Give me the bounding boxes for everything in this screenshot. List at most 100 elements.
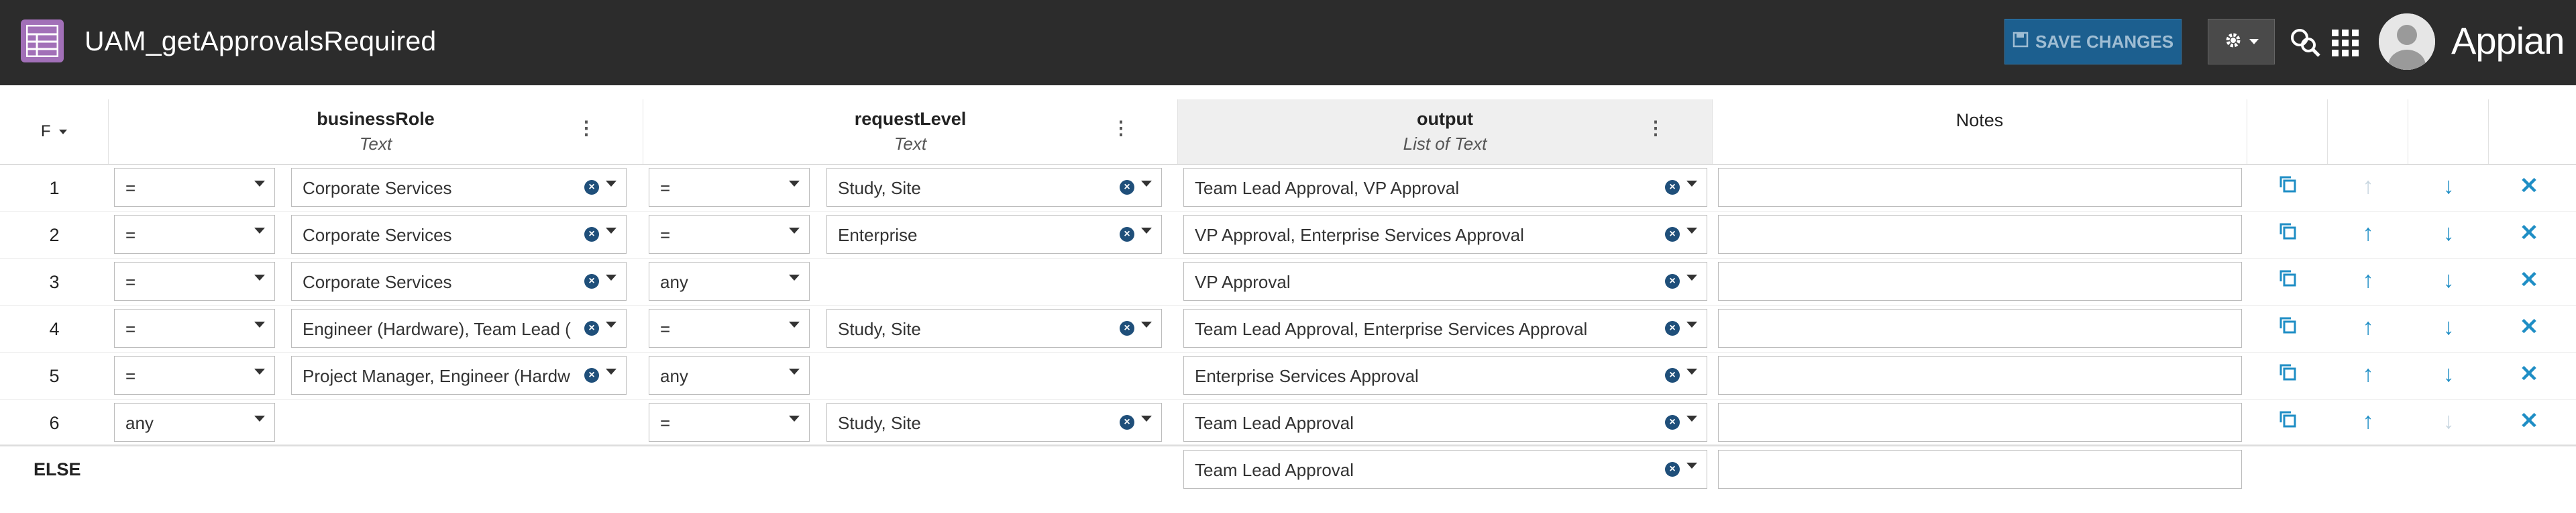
rule-row: 3 = Corporate Services × any VP Approval × ↑ ↓ ✕ [0,258,2576,306]
request-level-value-select-value: Study, Site [838,319,921,339]
clear-icon[interactable]: × [1120,227,1134,242]
business-role-operator-select[interactable]: any [114,403,275,442]
notes-field[interactable] [1718,309,2242,348]
move-down-icon[interactable]: ↓ [2435,316,2462,338]
request-level-operator-select[interactable]: = [649,309,810,348]
move-down-icon[interactable]: ↓ [2435,222,2462,244]
clear-icon[interactable]: × [584,274,599,289]
output-select[interactable]: Team Lead Approval, Enterprise Services … [1183,309,1707,348]
user-avatar[interactable] [2379,13,2435,70]
duplicate-row-icon[interactable] [2274,175,2301,197]
duplicate-row-icon[interactable] [2274,316,2301,338]
business-role-header-name: businessRole [317,109,435,129]
request-level-operator-select-value: = [660,319,671,339]
output-column-menu-icon[interactable]: ⋮ [1646,117,1665,139]
chevron-down-icon [606,369,616,375]
move-down-icon[interactable]: ↓ [2435,269,2462,291]
move-down-icon[interactable]: ↓ [2435,363,2462,385]
move-up-icon[interactable]: ↑ [2355,222,2381,244]
request-level-value-select[interactable]: Study, Site × [826,168,1162,207]
business-role-operator-select[interactable]: = [114,262,275,301]
clear-icon[interactable]: × [1665,227,1680,242]
rule-row: 6 any = Study, Site × Team Lead Approval × ↑ ↓ ✕ [0,399,2576,447]
clear-icon[interactable]: × [584,321,599,336]
output-select[interactable]: VP Approval × [1183,262,1707,301]
business-role-value-select[interactable]: Corporate Services × [291,168,627,207]
business-role-operator-select[interactable]: = [114,356,275,395]
request-level-value-select[interactable]: Enterprise × [826,215,1162,254]
clear-icon[interactable]: × [1665,462,1680,477]
move-up-icon[interactable]: ↑ [2355,269,2381,291]
rule-row: 2 = Corporate Services × = Enterprise × VP Appr… [0,211,2576,259]
delete-row-icon[interactable]: ✕ [2516,410,2542,432]
request-level-operator-select[interactable]: = [649,215,810,254]
clear-icon[interactable]: × [584,368,599,383]
clear-icon[interactable]: × [1665,321,1680,336]
business-role-value-select[interactable]: Corporate Services × [291,215,627,254]
move-down-icon[interactable]: ↓ [2435,410,2462,432]
else-notes-field[interactable] [1718,450,2242,489]
save-changes-button[interactable]: SAVE CHANGES [2004,19,2182,64]
business-role-value-select[interactable]: Engineer (Hardware), Team Lead (× [291,309,627,348]
request-level-operator-select-value: = [660,225,671,245]
notes-field[interactable] [1718,215,2242,254]
business-role-header-type: Text [359,134,392,154]
business-role-value-select[interactable]: Corporate Services × [291,262,627,301]
delete-row-icon[interactable]: ✕ [2516,175,2542,197]
clear-icon[interactable]: × [584,180,599,195]
delete-row-icon[interactable]: ✕ [2516,222,2542,244]
output-select[interactable]: Team Lead Approval × [1183,403,1707,442]
move-up-icon[interactable]: ↑ [2355,316,2381,338]
request-level-operator-select[interactable]: any [649,262,810,301]
business-role-column-menu-icon[interactable]: ⋮ [577,117,596,139]
delete-row-icon[interactable]: ✕ [2516,363,2542,385]
clear-icon[interactable]: × [1665,415,1680,430]
request-level-operator-select[interactable]: any [649,356,810,395]
else-output-select[interactable]: Team Lead Approval × [1183,450,1707,489]
search-records-icon[interactable] [2290,27,2321,61]
business-role-value-select-value: Project Manager, Engineer (Hardw [303,366,570,386]
app-launcher-icon[interactable] [2332,30,2359,60]
notes-field[interactable] [1718,356,2242,395]
notes-field[interactable] [1718,262,2242,301]
settings-menu-button[interactable] [2208,19,2275,64]
move-down-icon[interactable]: ↓ [2435,175,2462,197]
duplicate-row-icon[interactable] [2274,222,2301,244]
clear-icon[interactable]: × [1120,415,1134,430]
request-level-value-select[interactable]: Study, Site × [826,403,1162,442]
output-select[interactable]: VP Approval, Enterprise Services Approva… [1183,215,1707,254]
request-level-operator-select[interactable]: = [649,168,810,207]
move-up-icon[interactable]: ↑ [2355,175,2381,197]
business-role-value-select[interactable]: Project Manager, Engineer (Hardw × [291,356,627,395]
request-level-operator-select[interactable]: = [649,403,810,442]
output-select-value: Enterprise Services Approval [1195,366,1419,386]
request-level-column-menu-icon[interactable]: ⋮ [1112,117,1130,139]
chevron-down-icon [789,416,800,422]
duplicate-row-icon[interactable] [2274,269,2301,291]
clear-icon[interactable]: × [1665,274,1680,289]
output-select-value: Team Lead Approval [1195,413,1354,433]
business-role-operator-select[interactable]: = [114,168,275,207]
notes-field[interactable] [1718,168,2242,207]
duplicate-row-icon[interactable] [2274,363,2301,385]
move-up-icon[interactable]: ↑ [2355,363,2381,385]
hit-policy-header[interactable]: F [0,99,109,164]
output-column-header: output List of Text ⋮ [1178,99,1713,164]
request-level-value-select[interactable]: Study, Site × [826,309,1162,348]
business-role-value-select-value: Corporate Services [303,272,452,292]
clear-icon[interactable]: × [1120,321,1134,336]
clear-icon[interactable]: × [1120,180,1134,195]
clear-icon[interactable]: × [1665,180,1680,195]
output-select[interactable]: Team Lead Approval, VP Approval × [1183,168,1707,207]
duplicate-row-icon[interactable] [2274,410,2301,432]
output-select[interactable]: Enterprise Services Approval × [1183,356,1707,395]
notes-field[interactable] [1718,403,2242,442]
business-role-value-select-value: Corporate Services [303,225,452,245]
business-role-operator-select[interactable]: = [114,309,275,348]
move-up-icon[interactable]: ↑ [2355,410,2381,432]
clear-icon[interactable]: × [584,227,599,242]
delete-row-icon[interactable]: ✕ [2516,269,2542,291]
business-role-operator-select[interactable]: = [114,215,275,254]
clear-icon[interactable]: × [1665,368,1680,383]
delete-row-icon[interactable]: ✕ [2516,316,2542,338]
